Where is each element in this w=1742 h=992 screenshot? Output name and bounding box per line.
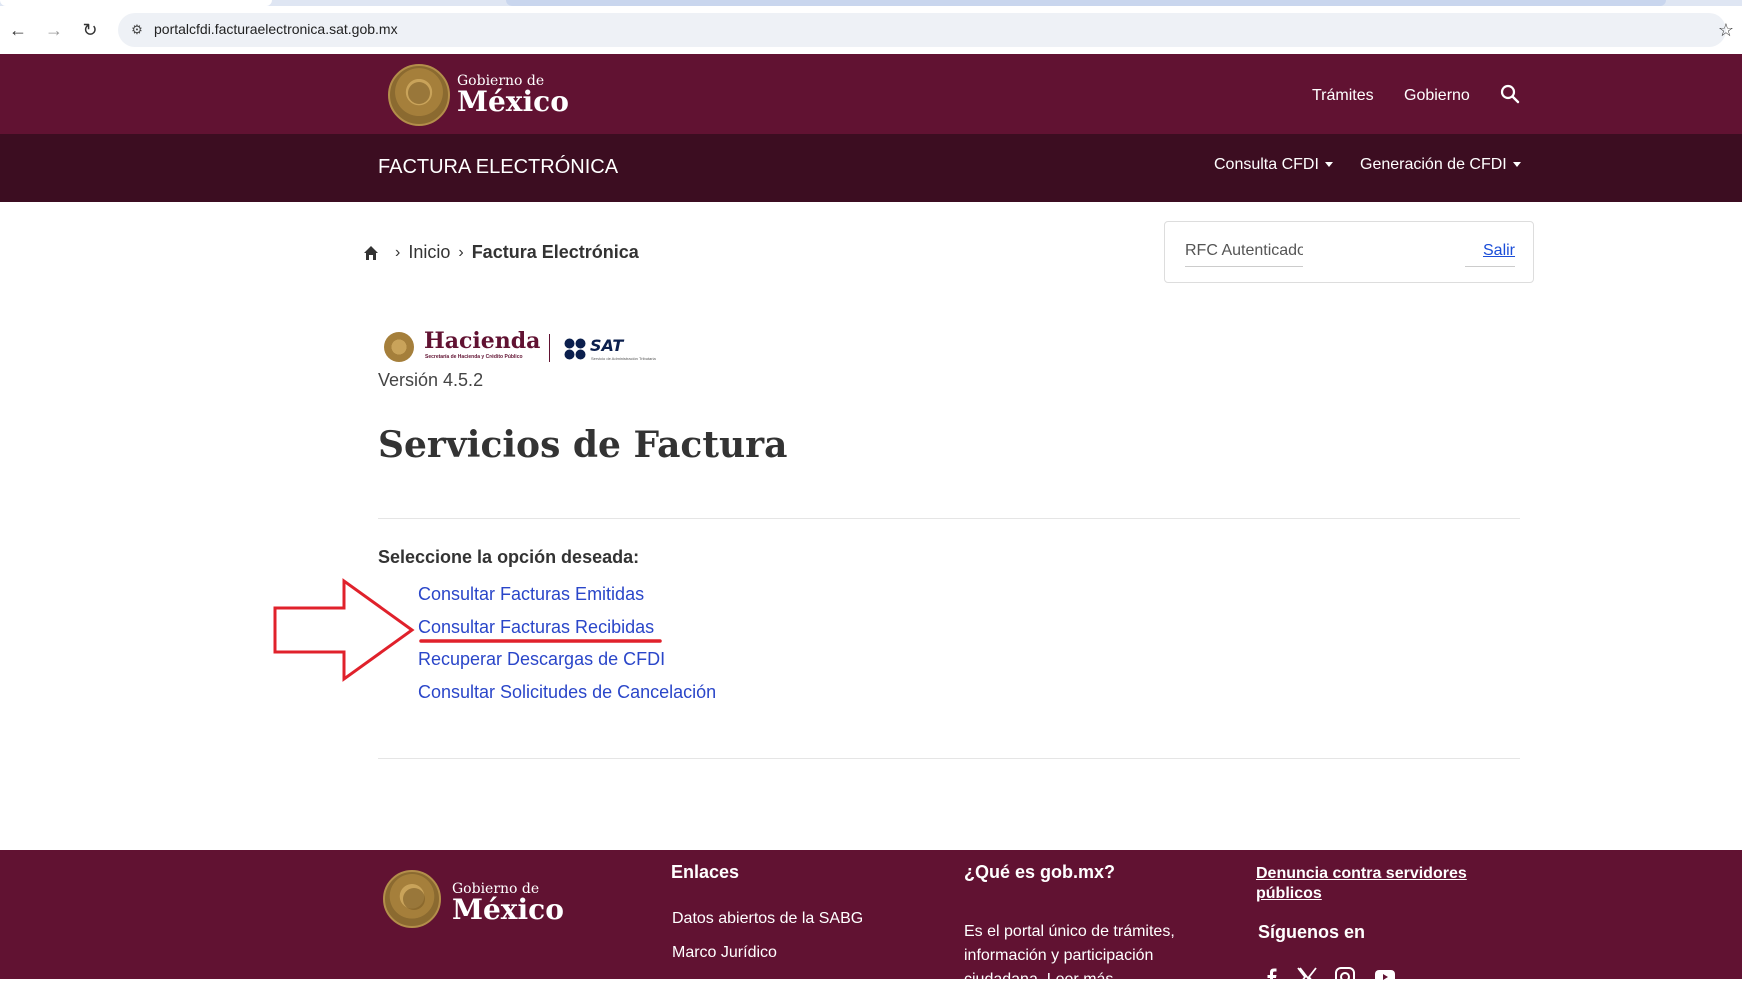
sat-subtitle: Servicio de Administración Tributaria (591, 356, 656, 361)
breadcrumb-current: Factura Electrónica (471, 242, 639, 262)
sat-logo-text: SAT (590, 336, 624, 355)
section-title[interactable]: FACTURA ELECTRÓNICA (378, 156, 618, 179)
arrow-right-icon[interactable]: → (44, 20, 64, 40)
search-icon[interactable] (1500, 84, 1520, 104)
breadcrumb-inicio[interactable]: Inicio (408, 242, 450, 263)
facebook-icon[interactable] (1260, 966, 1282, 988)
gob-mx-logo[interactable]: Gobierno de México (457, 74, 569, 116)
gob-header: Gobierno de México Trámites Gobierno (0, 54, 1742, 134)
footer: Gobierno de México Enlaces Datos abierto… (0, 850, 1742, 988)
nav-tramites[interactable]: Trámites (1312, 87, 1374, 105)
mexico-seal-logo[interactable] (388, 64, 450, 126)
rfc-underline (1185, 266, 1303, 267)
instagram-icon[interactable] (1334, 966, 1356, 988)
hacienda-subtitle: Secretaría de Hacienda y Crédito Público (425, 354, 523, 360)
page-title: Servicios de Factura (378, 424, 788, 466)
caret-down-icon (1512, 162, 1521, 168)
version-text: Versión 4.5.2 (378, 370, 484, 390)
chevron-right-icon: › (395, 243, 401, 261)
footer-enlaces-title: Enlaces (671, 862, 740, 882)
rfc-value-area (1303, 222, 1463, 280)
menu-consulta-cfdi-label: Consulta CFDI (1214, 156, 1319, 173)
chevron-right-icon: › (458, 243, 464, 261)
footer-siguenos-title: Síguenos en (1258, 922, 1366, 942)
logo-divider (549, 334, 550, 362)
breadcrumb: › Inicio › Factura Electrónica (363, 242, 639, 263)
hacienda-seal-logo (384, 332, 414, 362)
sat-logo-icon (564, 338, 586, 360)
section-header: FACTURA ELECTRÓNICA Consulta CFDI Genera… (0, 134, 1742, 202)
footer-logo-big-text: México (452, 893, 564, 926)
browser-toolbar: ← → ↻ ⚙ portalcfdi.facturaelectronica.sa… (0, 6, 1742, 55)
rfc-label: RFC Autenticado (1185, 242, 1306, 259)
footer-link-marco-juridico[interactable]: Marco Jurídico (672, 944, 777, 962)
mexico-seal-logo[interactable] (383, 870, 441, 928)
link-solicitudes-cancelacion[interactable]: Consultar Solicitudes de Cancelación (418, 682, 716, 703)
address-bar[interactable]: ⚙ portalcfdi.facturaelectronica.sat.gob.… (118, 13, 1726, 47)
rfc-auth-box: RFC Autenticado Salir (1164, 221, 1534, 283)
star-icon[interactable]: ☆ (1718, 20, 1734, 41)
url-text[interactable]: portalcfdi.facturaelectronica.sat.gob.mx (154, 21, 398, 37)
x-icon[interactable] (1296, 966, 1318, 988)
logout-link[interactable]: Salir (1483, 242, 1515, 260)
footer-gob-mx-logo[interactable]: Gobierno de México (452, 882, 564, 924)
menu-generacion-cfdi[interactable]: Generación de CFDI (1360, 156, 1521, 174)
caret-down-icon (1324, 162, 1333, 168)
site-settings-icon[interactable]: ⚙ (128, 21, 146, 39)
divider (378, 758, 1520, 759)
annotation-arrow (273, 578, 662, 682)
hacienda-logo-text: Hacienda (424, 328, 541, 354)
footer-que-es-text: Es el portal único de trámites, informac… (964, 923, 1175, 988)
options-prompt: Seleccione la opción deseada: (378, 547, 640, 567)
logo-big-text: México (457, 85, 569, 118)
menu-generacion-cfdi-label: Generación de CFDI (1360, 156, 1507, 173)
nav-gobierno[interactable]: Gobierno (1404, 87, 1470, 105)
footer-que-es-title: ¿Qué es gob.mx? (964, 862, 1116, 882)
menu-consulta-cfdi[interactable]: Consulta CFDI (1214, 156, 1333, 174)
hacienda-sat-logos: Hacienda Secretaría de Hacienda y Crédit… (384, 328, 684, 364)
reload-icon[interactable]: ↻ (80, 20, 100, 40)
youtube-icon[interactable] (1374, 966, 1396, 988)
home-icon[interactable] (363, 245, 379, 261)
logout-underline (1465, 266, 1515, 267)
footer-link-datos-abiertos[interactable]: Datos abiertos de la SABG (672, 910, 863, 928)
footer-denuncia-link[interactable]: Denuncia contra servidores públicos (1256, 864, 1496, 904)
divider (378, 518, 1520, 519)
arrow-left-icon[interactable]: ← (8, 20, 28, 40)
